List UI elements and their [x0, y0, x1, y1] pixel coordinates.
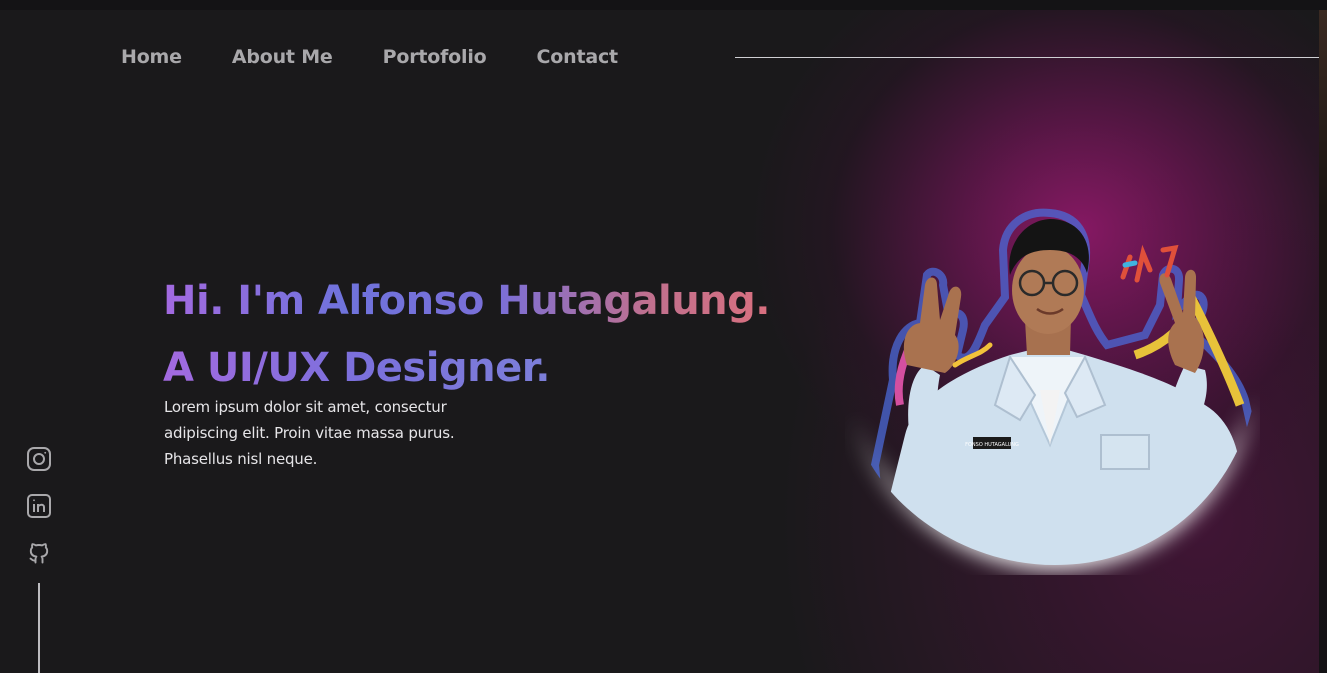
social-divider-line — [38, 583, 40, 673]
nav-divider-line — [735, 57, 1319, 58]
hero-description: Lorem ipsum dolor sit amet, consectur ad… — [164, 398, 455, 468]
github-icon[interactable] — [26, 540, 52, 566]
nav-contact[interactable]: Contact — [537, 46, 619, 68]
nav-portofolio[interactable]: Portofolio — [383, 46, 487, 68]
hero-title: Hi. I'm Alfonso Hutagalung. A UI/UX Desi… — [163, 268, 770, 402]
page: Home About Me Portofolio Contact Hi. I'm… — [0, 0, 1327, 673]
nav-home[interactable]: Home — [121, 46, 182, 68]
social-links — [26, 446, 52, 587]
instagram-icon[interactable] — [26, 446, 52, 472]
scrollbar[interactable] — [1319, 10, 1327, 673]
person-illustration: FONSO HUTAGALUNG — [870, 208, 1255, 565]
profile-photo: FONSO HUTAGALUNG — [853, 208, 1255, 570]
top-bar — [0, 0, 1327, 10]
linkedin-icon[interactable] — [26, 493, 52, 519]
hero-role: A UI/UX Designer. — [163, 335, 550, 402]
hero-greeting: Hi. I'm Alfonso Hutagalung. — [163, 268, 770, 335]
nav-about-me[interactable]: About Me — [232, 46, 333, 68]
main-nav: Home About Me Portofolio Contact — [121, 43, 668, 71]
name-badge: FONSO HUTAGALUNG — [965, 442, 1019, 448]
